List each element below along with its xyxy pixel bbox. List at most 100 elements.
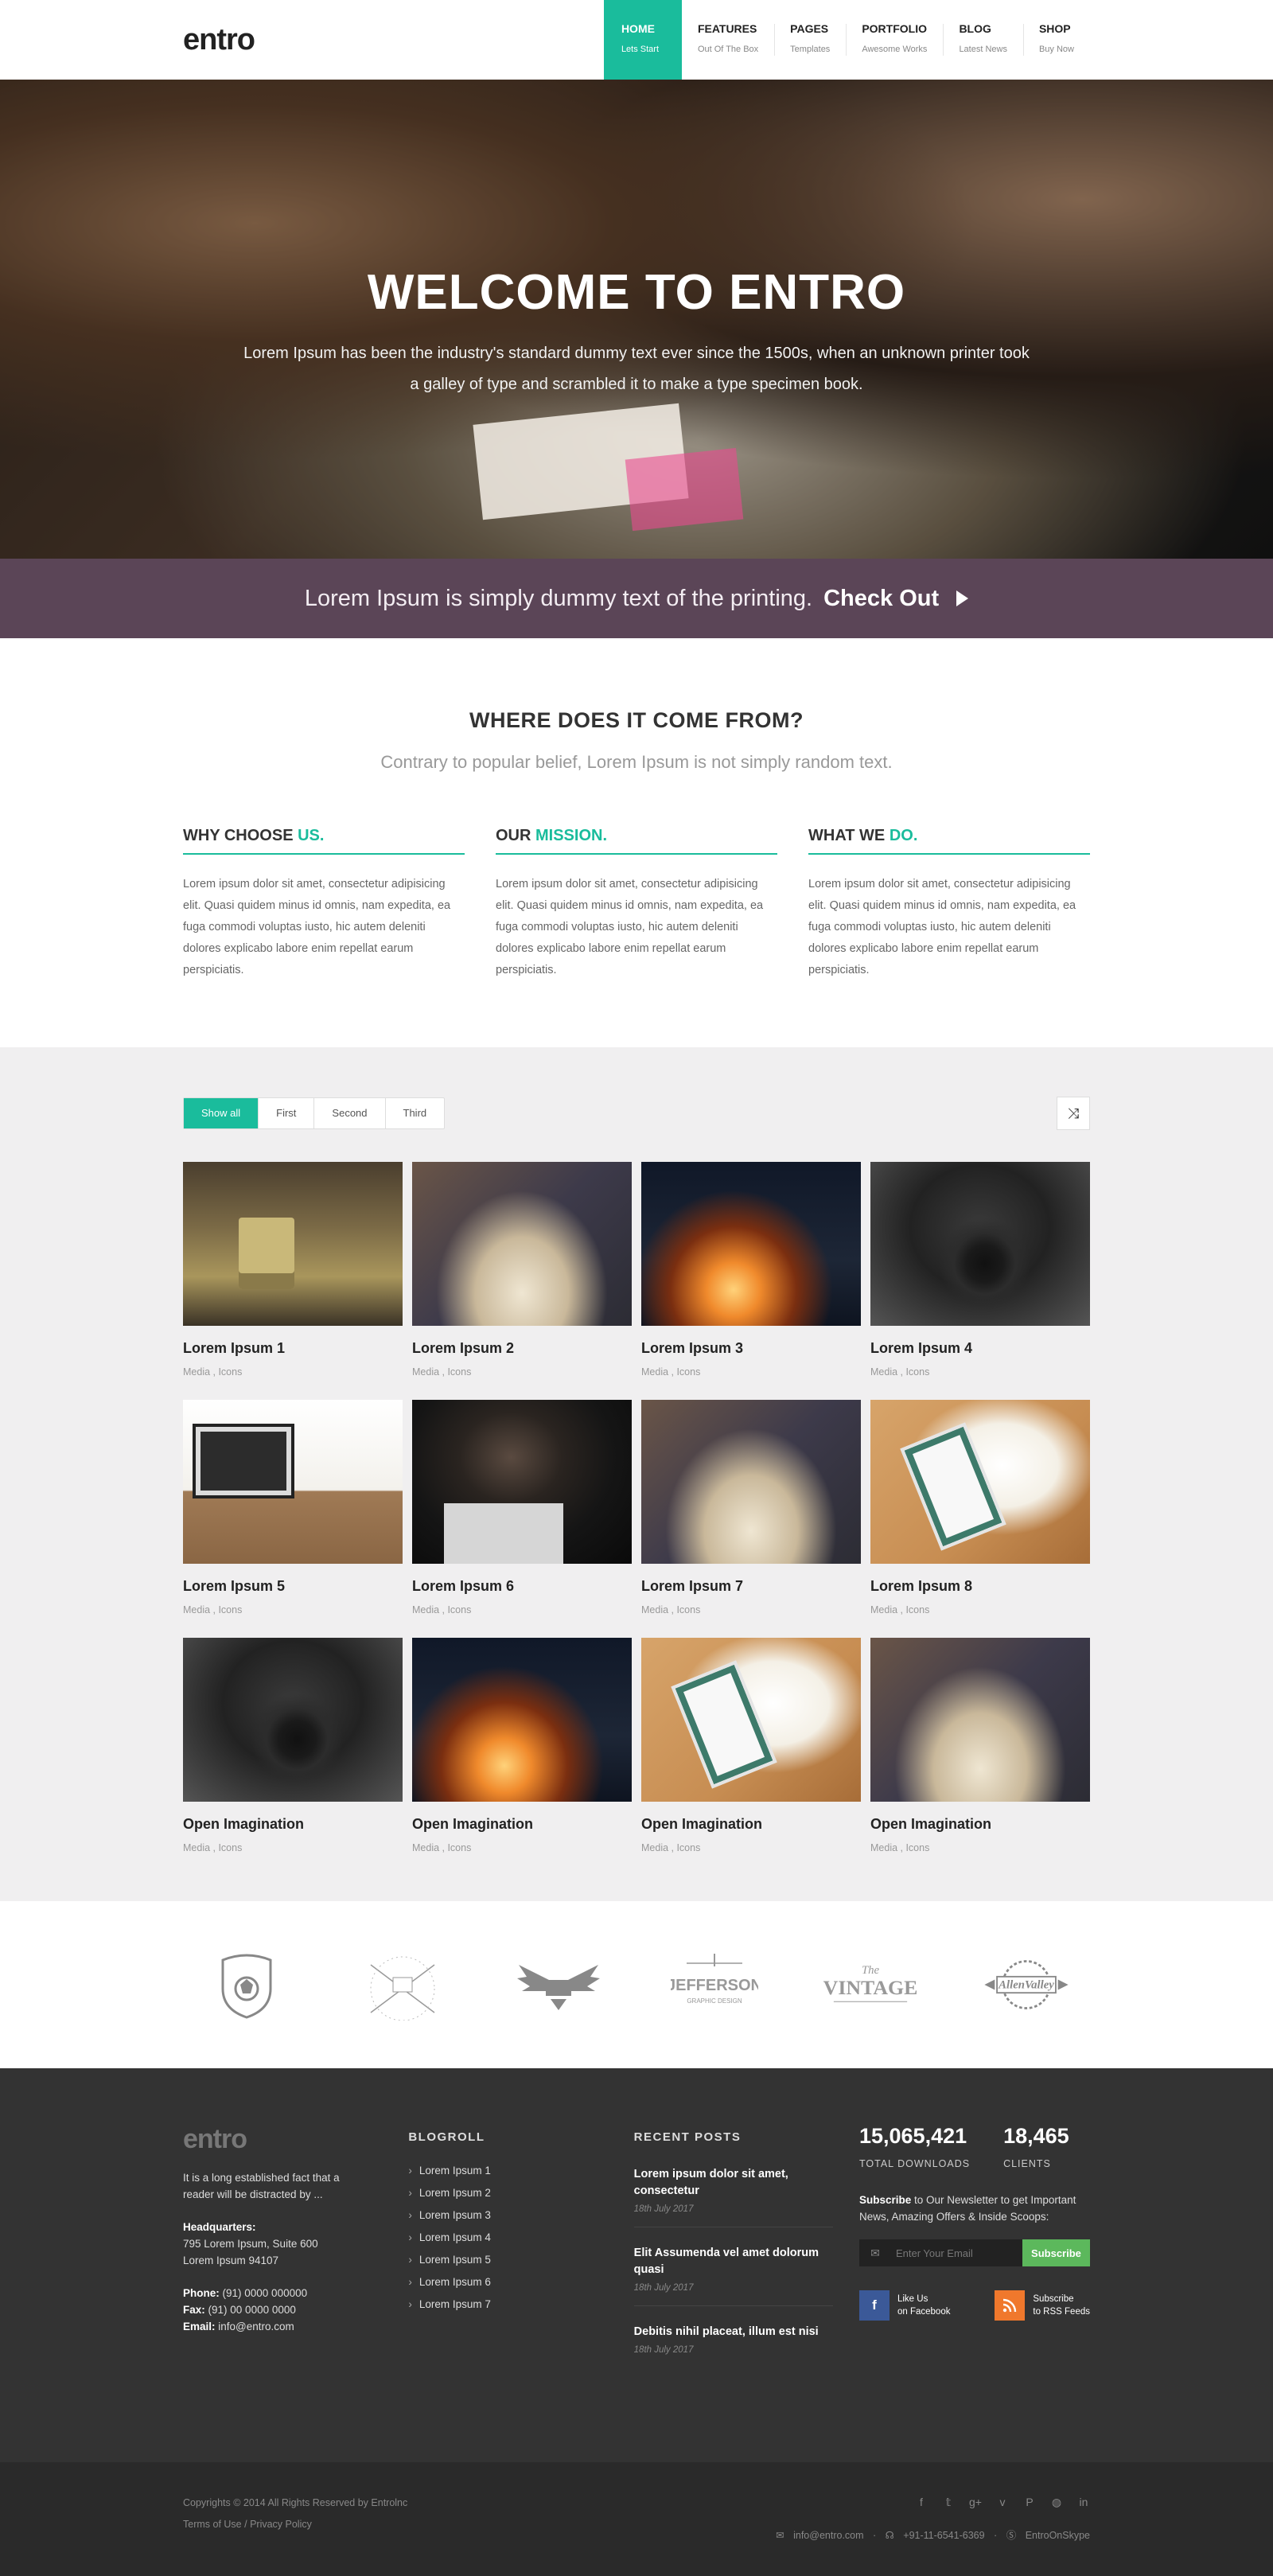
- blogroll-link[interactable]: Lorem Ipsum 7: [408, 2298, 633, 2310]
- nav-item-pages[interactable]: Pages Templates: [774, 0, 846, 80]
- play-arrow-icon: [956, 590, 969, 606]
- linkedin-icon[interactable]: in: [1077, 2496, 1090, 2509]
- portfolio-image[interactable]: [183, 1162, 403, 1326]
- facebook-icon[interactable]: f: [915, 2496, 928, 2509]
- column-heading: WHY CHOOSE US.: [183, 827, 465, 855]
- portfolio-title[interactable]: Lorem Ipsum 5: [183, 1578, 403, 1595]
- portfolio-item[interactable]: Lorem Ipsum 7 Media , Icons: [641, 1400, 861, 1638]
- football-club-logo[interactable]: [199, 1949, 294, 2021]
- blogroll-link[interactable]: Lorem Ipsum 5: [408, 2254, 633, 2266]
- portfolio-title[interactable]: Lorem Ipsum 4: [870, 1340, 1090, 1357]
- portfolio-image[interactable]: [870, 1400, 1090, 1564]
- newsletter-text: Subscribe to Our Newsletter to get Impor…: [859, 2192, 1090, 2225]
- portfolio-item[interactable]: Open Imagination Media , Icons: [870, 1638, 1090, 1876]
- portfolio-image[interactable]: [183, 1638, 403, 1802]
- portfolio-image[interactable]: [641, 1638, 861, 1802]
- bottom-email[interactable]: info@entro.com: [793, 2530, 863, 2541]
- portfolio-item[interactable]: Lorem Ipsum 4 Media , Icons: [870, 1162, 1090, 1400]
- allenvalley-logo[interactable]: AllenValley: [979, 1949, 1074, 2021]
- portfolio-image[interactable]: [412, 1400, 632, 1564]
- portfolio-image[interactable]: [412, 1162, 632, 1326]
- copyright-text: Copyrights © 2014 All Rights Reserved by…: [183, 2497, 408, 2508]
- stat-block: 18,465 CLIENTS: [1003, 2124, 1069, 2169]
- portfolio-image[interactable]: [641, 1400, 861, 1564]
- nav-item-shop[interactable]: Shop Buy Now: [1022, 0, 1090, 80]
- portfolio-title[interactable]: Lorem Ipsum 3: [641, 1340, 861, 1357]
- portfolio-title[interactable]: Lorem Ipsum 8: [870, 1578, 1090, 1595]
- column-heading: WHAT WE DO.: [808, 827, 1090, 855]
- google-plus-icon[interactable]: g+: [969, 2496, 982, 2509]
- hq-line2: Lorem Ipsum 94107: [183, 2254, 279, 2266]
- vintage-hotel-logo[interactable]: [355, 1949, 450, 2021]
- nav-item-home[interactable]: Home Lets Start: [603, 0, 682, 80]
- nav-item-blog[interactable]: Blog Latest News: [943, 0, 1023, 80]
- nav-item-portfolio[interactable]: Portfolio Awesome Works: [846, 0, 943, 80]
- portfolio-title[interactable]: Lorem Ipsum 7: [641, 1578, 861, 1595]
- rss-subscribe-link[interactable]: Subscribe to RSS Feeds: [995, 2290, 1090, 2321]
- portfolio-image[interactable]: [870, 1162, 1090, 1326]
- portfolio-image[interactable]: [870, 1638, 1090, 1802]
- facebook-like-link[interactable]: f Like Us on Facebook: [858, 2290, 950, 2321]
- filter-first[interactable]: First: [258, 1098, 313, 1128]
- the-vintage-logo[interactable]: The VINTAGE: [823, 1949, 918, 2021]
- post-title[interactable]: Elit Assumenda vel amet dolorum quasi: [634, 2245, 833, 2278]
- email-value[interactable]: info@entro.com: [218, 2321, 294, 2332]
- check-out-link[interactable]: Check Out: [823, 586, 969, 612]
- portfolio-item[interactable]: Lorem Ipsum 2 Media , Icons: [412, 1162, 632, 1400]
- nav-item-features[interactable]: Features Out Of The Box: [682, 0, 774, 80]
- portfolio-item[interactable]: Lorem Ipsum 3 Media , Icons: [641, 1162, 861, 1400]
- portfolio-image[interactable]: [641, 1162, 861, 1326]
- filter-show-all[interactable]: Show all: [184, 1098, 259, 1128]
- terms-link[interactable]: Terms of Use: [183, 2519, 242, 2530]
- portfolio-item[interactable]: Open Imagination Media , Icons: [183, 1638, 403, 1876]
- american-eagle-logo[interactable]: [511, 1949, 606, 2021]
- shuffle-button[interactable]: ⤨: [1057, 1097, 1090, 1130]
- footer-recent-posts: RECENT POSTS Lorem ipsum dolor sit amet,…: [633, 2130, 859, 2385]
- portfolio-grid: Lorem Ipsum 1 Media , Icons Lorem Ipsum 2 M…: [183, 1162, 1090, 1876]
- filter-third[interactable]: Third: [384, 1098, 445, 1128]
- portfolio-item[interactable]: Open Imagination Media , Icons: [641, 1638, 861, 1876]
- privacy-link[interactable]: Privacy Policy: [250, 2519, 312, 2530]
- bottom-skype[interactable]: EntroOnSkype: [1026, 2530, 1090, 2541]
- post-title[interactable]: Debitis nihil placeat, illum est nisi: [634, 2324, 833, 2340]
- vimeo-icon[interactable]: v: [996, 2496, 1009, 2509]
- section-title: WHERE DOES IT COME FROM?: [469, 708, 804, 732]
- filter-second[interactable]: Second: [313, 1098, 384, 1128]
- portfolio-item[interactable]: Lorem Ipsum 8 Media , Icons: [870, 1400, 1090, 1638]
- portfolio-title[interactable]: Open Imagination: [641, 1816, 861, 1833]
- portfolio-category: Media , Icons: [870, 1366, 930, 1378]
- portfolio-item[interactable]: Open Imagination Media , Icons: [412, 1638, 632, 1876]
- portfolio-title[interactable]: Lorem Ipsum 6: [412, 1578, 632, 1595]
- footer-logo[interactable]: entro: [183, 2124, 408, 2155]
- blogroll-link[interactable]: Lorem Ipsum 1: [408, 2165, 633, 2177]
- about-column: WHY CHOOSE US. Lorem ipsum dolor sit amet…: [183, 827, 465, 981]
- twitter-icon[interactable]: 𝕥: [942, 2496, 955, 2509]
- portfolio-title[interactable]: Open Imagination: [412, 1816, 632, 1833]
- blogroll-link[interactable]: Lorem Ipsum 3: [408, 2209, 633, 2221]
- portfolio-title[interactable]: Open Imagination: [183, 1816, 403, 1833]
- blogroll-link[interactable]: Lorem Ipsum 2: [408, 2187, 633, 2199]
- portfolio-item[interactable]: Lorem Ipsum 5 Media , Icons: [183, 1400, 403, 1638]
- hq-line1: 795 Lorem Ipsum, Suite 600: [183, 2238, 318, 2250]
- portfolio-title[interactable]: Open Imagination: [870, 1816, 1090, 1833]
- portfolio-item[interactable]: Lorem Ipsum 1 Media , Icons: [183, 1162, 403, 1400]
- newsletter-email-input[interactable]: [890, 2239, 1022, 2266]
- blogroll-link[interactable]: Lorem Ipsum 6: [408, 2276, 633, 2288]
- portfolio-title[interactable]: Lorem Ipsum 2: [412, 1340, 632, 1357]
- portfolio-image[interactable]: [412, 1638, 632, 1802]
- pinterest-icon[interactable]: P: [1023, 2496, 1036, 2509]
- portfolio-image[interactable]: [183, 1400, 403, 1564]
- post-title[interactable]: Lorem ipsum dolor sit amet, consectetur: [634, 2166, 833, 2200]
- github-icon[interactable]: ◍: [1050, 2496, 1063, 2509]
- portfolio-category: Media , Icons: [870, 1842, 930, 1853]
- site-logo[interactable]: entro: [183, 23, 255, 57]
- portfolio-category: Media , Icons: [641, 1604, 701, 1615]
- portfolio-title[interactable]: Lorem Ipsum 1: [183, 1340, 403, 1357]
- jefferson-logo[interactable]: JEFFERSON GRAPHIC DESIGN: [667, 1949, 762, 2021]
- envelope-icon: ✉: [858, 2239, 891, 2266]
- blogroll-title: BLOGROLL: [408, 2130, 485, 2144]
- portfolio-item[interactable]: Lorem Ipsum 6 Media , Icons: [412, 1400, 632, 1638]
- subscribe-button[interactable]: Subscribe: [1022, 2239, 1090, 2266]
- portfolio-category: Media , Icons: [412, 1366, 472, 1378]
- blogroll-link[interactable]: Lorem Ipsum 4: [408, 2231, 633, 2243]
